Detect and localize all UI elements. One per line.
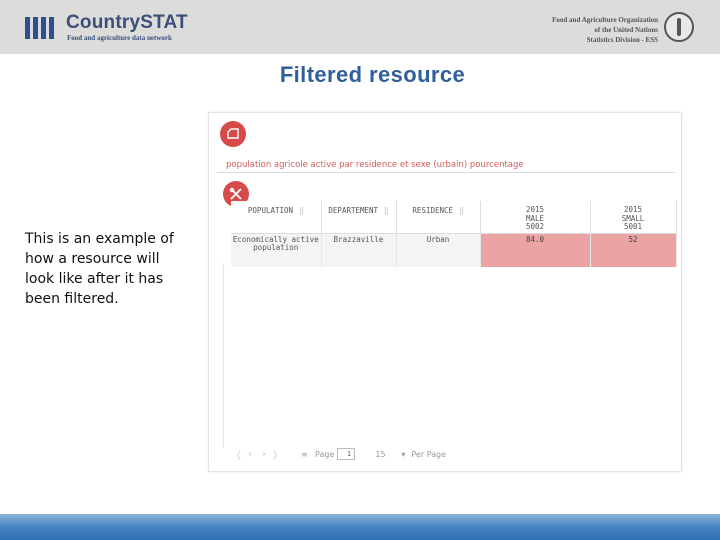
page-size-select[interactable]: 15 ▾ [375, 450, 405, 459]
cell-residence: Urban [396, 233, 481, 267]
column-label: DEPARTEMENT [328, 206, 379, 215]
column-label: POPULATION [247, 206, 294, 215]
column-label: 2015 MALE 5002 [525, 205, 545, 231]
pager: 〈 ‹ › 〉 ≡ Page 1 15 ▾ Per Page [229, 447, 447, 462]
column-header-2015-male[interactable]: 2015 MALE 5002 [480, 201, 591, 234]
fao-text: Food and Agriculture Organization of the… [552, 15, 658, 45]
slide-title: Filtered resource [279, 62, 466, 87]
chevron-down-icon: ▾ [401, 449, 406, 459]
table-header-row: POPULATION ‖ DEPARTEMENT ‖ RESIDENCE ‖ 2015… [231, 201, 677, 234]
fao-line-3: Statistics Division - ESS [586, 36, 658, 44]
column-label: RESIDENCE [412, 206, 454, 215]
chart-icon [227, 128, 239, 139]
filter-tools-icon [229, 187, 242, 200]
per-page-label: Per Page [411, 449, 447, 459]
first-page-icon[interactable]: 〈 [229, 447, 243, 462]
resource-title: population agricole active par residence… [226, 160, 524, 170]
table-left-border [223, 263, 224, 448]
prev-page-icon[interactable]: ‹ [243, 449, 257, 460]
column-header-departement[interactable]: DEPARTEMENT ‖ [321, 201, 397, 234]
fao-line-1: Food and Agriculture Organization [552, 16, 658, 24]
slide-caption: This is an example of how a resource wil… [25, 231, 174, 307]
cell-value-2015-small: 52 [590, 233, 677, 267]
brand-tagline: Food and agriculture data network [67, 34, 172, 42]
page-number-input[interactable]: 1 [337, 448, 356, 460]
countrystat-logo-icon [25, 17, 54, 39]
next-page-icon[interactable]: › [257, 449, 271, 460]
column-drag-handle-icon[interactable]: ‖ [299, 206, 304, 215]
last-page-icon[interactable]: 〉 [271, 447, 285, 462]
data-table: POPULATION ‖ DEPARTEMENT ‖ RESIDENCE ‖ 2015… [231, 201, 677, 267]
column-header-2015-small[interactable]: 2015 SMALL 5001 [590, 201, 677, 234]
resource-screenshot: population agricole active par residence… [208, 112, 682, 472]
column-header-residence[interactable]: RESIDENCE ‖ [396, 201, 481, 234]
column-drag-handle-icon[interactable]: ‖ [384, 206, 389, 215]
cell-departement: Brazzaville [321, 233, 397, 267]
fao-line-2: of the United Nations [594, 26, 658, 34]
brand-name: CountrySTAT [66, 12, 188, 33]
table-row: Economically active population Brazzavil… [231, 233, 677, 267]
header-band: CountrySTAT Food and agriculture data ne… [0, 0, 720, 54]
column-label: 2015 SMALL 5001 [621, 205, 645, 231]
column-drag-handle-icon[interactable]: ‖ [459, 206, 464, 215]
page-label: Page [315, 449, 335, 459]
footer-band [0, 514, 720, 540]
fao-emblem-icon [664, 12, 694, 42]
chart-button[interactable] [220, 121, 246, 147]
cell-value-2015-male: 84.0 [480, 233, 591, 267]
page-size-value: 15 [375, 449, 386, 459]
title-divider [217, 172, 675, 173]
column-header-population[interactable]: POPULATION ‖ [231, 201, 322, 234]
cell-population: Economically active population [231, 233, 322, 267]
menu-bars-icon[interactable]: ≡ [301, 450, 311, 459]
